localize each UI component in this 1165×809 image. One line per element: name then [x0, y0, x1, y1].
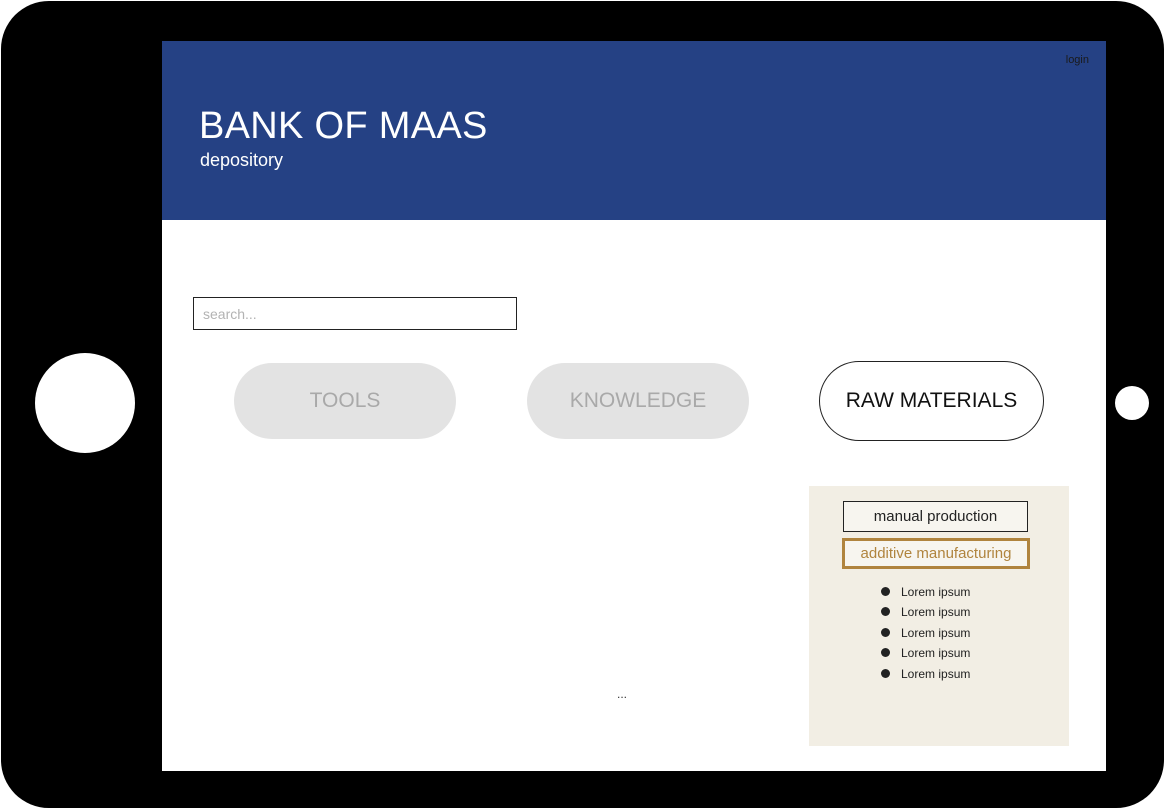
list-item[interactable]: Lorem ipsum — [881, 666, 970, 686]
additive-manufacturing-option[interactable]: additive manufacturing — [842, 538, 1030, 569]
raw-materials-button[interactable]: RAW MATERIALS — [819, 361, 1044, 441]
brand-title: BANK OF MAAS — [199, 105, 488, 147]
search-input[interactable] — [193, 297, 517, 330]
material-list: Lorem ipsum Lorem ipsum Lorem ipsum Lore… — [881, 584, 970, 686]
raw-materials-panel: manual production additive manufacturing… — [809, 486, 1069, 746]
camera-icon — [1115, 386, 1149, 420]
more-ellipsis: ... — [617, 687, 628, 701]
tools-button[interactable]: TOOLS — [234, 363, 456, 439]
app-screen: login BANK OF MAAS depository TOOLS KNOW… — [162, 41, 1106, 771]
manual-production-option[interactable]: manual production — [843, 501, 1028, 532]
list-item[interactable]: Lorem ipsum — [881, 584, 970, 604]
brand-subtitle: depository — [200, 150, 284, 170]
app-header: login BANK OF MAAS depository — [162, 41, 1106, 220]
list-item[interactable]: Lorem ipsum — [881, 645, 970, 665]
list-item[interactable]: Lorem ipsum — [881, 625, 970, 645]
knowledge-button[interactable]: KNOWLEDGE — [527, 363, 749, 439]
tablet-frame: login BANK OF MAAS depository TOOLS KNOW… — [1, 1, 1164, 808]
list-item[interactable]: Lorem ipsum — [881, 604, 970, 624]
home-button-icon — [35, 353, 135, 453]
login-link[interactable]: login — [1066, 54, 1089, 66]
